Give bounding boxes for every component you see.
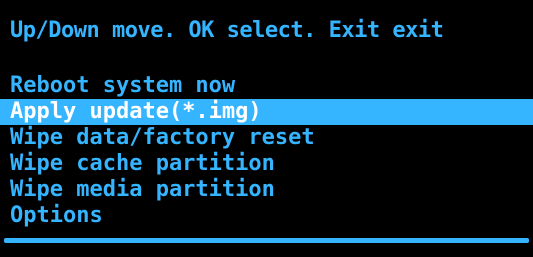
menu-item-reboot-system[interactable]: Reboot system now — [0, 73, 533, 99]
menu-item-wipe-media-partition[interactable]: Wipe media partition — [0, 177, 533, 203]
recovery-menu: Reboot system now Apply update(*.img) Wi… — [0, 73, 533, 229]
menu-item-apply-update[interactable]: Apply update(*.img) — [0, 99, 533, 125]
instructions-header: Up/Down move. OK select. Exit exit — [10, 18, 444, 43]
menu-item-wipe-cache-partition[interactable]: Wipe cache partition — [0, 151, 533, 177]
recovery-screen: Up/Down move. OK select. Exit exit Reboo… — [0, 0, 533, 257]
menu-item-wipe-data-factory-reset[interactable]: Wipe data/factory reset — [0, 125, 533, 151]
bottom-divider — [4, 238, 529, 243]
menu-item-options[interactable]: Options — [0, 203, 533, 229]
